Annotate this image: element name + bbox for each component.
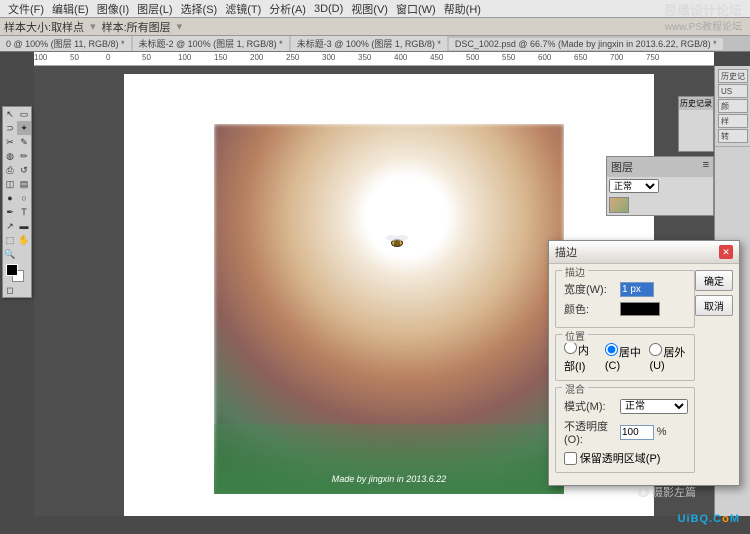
menu-layer[interactable]: 图层(L) <box>137 1 172 17</box>
group-label: 混合 <box>562 381 588 396</box>
options-bar: 样本大小: 取样点 ▾ 样本: 所有图层 ▾ <box>0 18 750 36</box>
image-content: Made by jingxin in 2013.6.22 <box>214 124 564 494</box>
menu-analysis[interactable]: 分析(A) <box>269 1 306 17</box>
dialog-title: 描边 <box>555 244 577 260</box>
image-caption: Made by jingxin in 2013.6.22 <box>214 474 564 484</box>
dock-btn[interactable]: 颜 <box>718 99 748 113</box>
watermark-logo: UiBQ.CoM <box>678 502 740 528</box>
mode-select[interactable]: 正常 <box>620 399 688 414</box>
doc-tab[interactable]: DSC_1002.psd @ 66.7% (Made by jingxin in… <box>449 38 723 50</box>
opacity-input[interactable] <box>620 425 654 440</box>
color-label: 颜色: <box>564 301 620 317</box>
opt-size-label: 样本大小: <box>4 19 51 35</box>
opt-sample-value[interactable]: 所有图层 <box>127 19 171 35</box>
preserve-checkbox[interactable] <box>564 452 577 465</box>
blur-tool-icon[interactable]: ● <box>3 191 17 205</box>
stamp-tool-icon[interactable]: ⎙ <box>3 163 17 177</box>
width-label: 宽度(W): <box>564 281 620 297</box>
gradient-tool-icon[interactable]: ▤ <box>17 177 31 191</box>
crop-tool-icon[interactable]: ✂ <box>3 135 17 149</box>
menu-3d[interactable]: 3D(D) <box>314 3 343 15</box>
menu-edit[interactable]: 编辑(E) <box>52 1 89 17</box>
menu-window[interactable]: 窗口(W) <box>396 1 436 17</box>
shape-tool-icon[interactable]: ▬ <box>17 219 31 233</box>
foreground-swatch[interactable] <box>6 264 18 276</box>
pos-center[interactable]: 居中(C) <box>605 343 644 372</box>
group-label: 描边 <box>562 264 588 279</box>
preserve-label: 保留透明区域(P) <box>580 450 661 466</box>
dock-btn[interactable]: 样 <box>718 114 748 128</box>
stroke-group: 描边 宽度(W): 颜色: <box>555 270 695 328</box>
mode-label: 模式(M): <box>564 398 620 414</box>
color-swatches[interactable] <box>3 261 31 283</box>
menu-view[interactable]: 视图(V) <box>351 1 388 17</box>
pos-inside[interactable]: 内部(I) <box>564 341 599 374</box>
bee-subject <box>384 232 410 250</box>
stroke-dialog: 描边 ✕ 描边 宽度(W): 颜色: 位置 内部(I) 居中(C) 居外(U) <box>548 240 740 486</box>
position-group: 位置 内部(I) 居中(C) 居外(U) <box>555 334 695 381</box>
dodge-tool-icon[interactable]: ○ <box>17 191 31 205</box>
dock-btn[interactable]: US <box>718 84 748 98</box>
doc-tab[interactable]: 未标题-2 @ 100% (图层 1, RGB/8) * <box>133 36 289 51</box>
layers-panel[interactable]: 图层 ≡ 正常 <box>606 156 714 216</box>
ruler-horizontal: 100 50 0 50 100 150 200 250 300 350 400 … <box>34 52 714 66</box>
watermark-small: ◎ 摄影左篇 <box>638 484 696 500</box>
history-tab[interactable]: 历史记录 <box>679 97 713 110</box>
menu-image[interactable]: 图像(I) <box>97 1 129 17</box>
cancel-button[interactable]: 取消 <box>695 295 733 316</box>
ok-button[interactable]: 确定 <box>695 270 733 291</box>
panel-menu-icon[interactable]: ≡ <box>703 159 709 175</box>
3d-tool-icon[interactable]: ⬚ <box>3 233 17 247</box>
marquee-tool-icon[interactable]: ▭ <box>17 107 31 121</box>
doc-tab[interactable]: 0 @ 100% (图层 11, RGB/8) * <box>0 36 131 51</box>
history-panel-mini[interactable]: 历史记录 <box>678 96 714 152</box>
menu-bar: 文件(F) 编辑(E) 图像(I) 图层(L) 选择(S) 滤镜(T) 分析(A… <box>0 0 750 18</box>
toolbox: ↖▭ ⊃✦ ✂✎ ◍✏ ⎙↺ ◫▤ ●○ ✒T ↗▬ ⬚✋ 🔍 ◻ <box>2 106 32 298</box>
move-tool-icon[interactable]: ↖ <box>3 107 17 121</box>
dialog-titlebar[interactable]: 描边 ✕ <box>549 241 739 264</box>
opacity-label: 不透明度(O): <box>564 418 620 446</box>
layer-thumbnail[interactable] <box>609 197 629 213</box>
opt-size-value[interactable]: 取样点 <box>51 19 84 35</box>
path-tool-icon[interactable]: ↗ <box>3 219 17 233</box>
color-swatch[interactable] <box>620 302 660 316</box>
close-icon[interactable]: ✕ <box>719 245 733 259</box>
eyedropper-tool-icon[interactable]: ✎ <box>17 135 31 149</box>
opt-sample-label: 样本: <box>102 19 127 35</box>
menu-help[interactable]: 帮助(H) <box>444 1 481 17</box>
group-label: 位置 <box>562 328 588 343</box>
menu-filter[interactable]: 滤镜(T) <box>225 1 261 17</box>
wand-tool-icon[interactable]: ✦ <box>17 121 31 135</box>
type-tool-icon[interactable]: T <box>17 205 31 219</box>
menu-file[interactable]: 文件(F) <box>8 1 44 17</box>
dock-history[interactable]: 历史记 <box>718 69 748 83</box>
pos-outside[interactable]: 居外(U) <box>649 343 688 372</box>
zoom-tool-icon[interactable]: 🔍 <box>3 247 17 261</box>
menu-select[interactable]: 选择(S) <box>181 1 218 17</box>
brush-tool-icon[interactable]: ✏ <box>17 149 31 163</box>
pen-tool-icon[interactable]: ✒ <box>3 205 17 219</box>
heal-tool-icon[interactable]: ◍ <box>3 149 17 163</box>
dock-btn[interactable]: 转 <box>718 129 748 143</box>
document-tabs: 0 @ 100% (图层 11, RGB/8) * 未标题-2 @ 100% (… <box>0 36 750 52</box>
layers-tab[interactable]: 图层 <box>611 159 633 175</box>
eraser-tool-icon[interactable]: ◫ <box>3 177 17 191</box>
hand-tool-icon[interactable]: ✋ <box>17 233 31 247</box>
watermark-top: 思缘设计论坛 <box>664 0 742 19</box>
doc-tab[interactable]: 未标题-3 @ 100% (图层 1, RGB/8) * <box>291 36 447 51</box>
blend-group: 混合 模式(M):正常 不透明度(O): % 保留透明区域(P) <box>555 387 695 473</box>
quickmask-icon[interactable]: ◻ <box>3 283 17 297</box>
workspace: ↖▭ ⊃✦ ✂✎ ◍✏ ⎙↺ ◫▤ ●○ ✒T ↗▬ ⬚✋ 🔍 ◻ Made b… <box>0 66 750 516</box>
width-input[interactable] <box>620 282 654 297</box>
lasso-tool-icon[interactable]: ⊃ <box>3 121 17 135</box>
opacity-unit: % <box>657 426 667 438</box>
history-brush-icon[interactable]: ↺ <box>17 163 31 177</box>
watermark-sub: www.PS教程论坛 <box>665 18 742 33</box>
blend-mode-select[interactable]: 正常 <box>609 179 659 193</box>
